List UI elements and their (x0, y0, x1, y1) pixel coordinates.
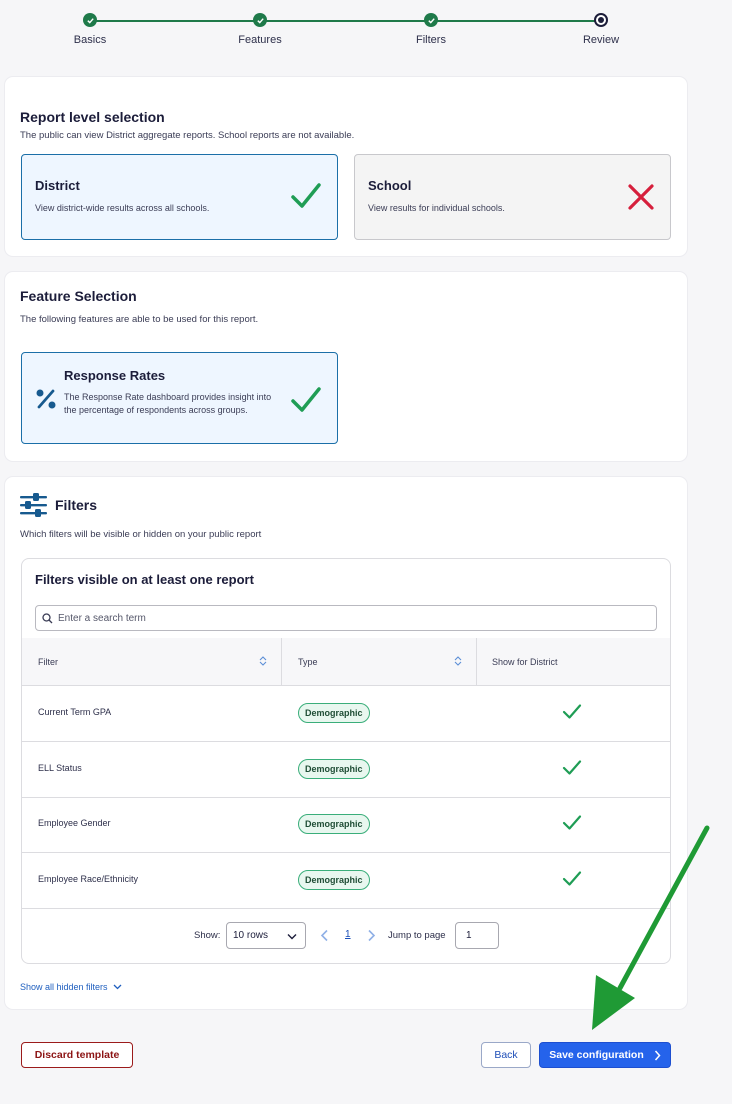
chevron-right-icon (654, 1050, 661, 1060)
column-header-filter[interactable]: Filter (38, 638, 281, 686)
table-row: Employee Gender Demographic (22, 797, 670, 853)
filter-name: Employee Race/Ethnicity (38, 874, 139, 884)
filters-title: Filters (55, 497, 98, 513)
step-complete-icon (424, 13, 438, 27)
chevron-down-icon (113, 984, 122, 990)
jump-to-page-label: Jump to page (388, 930, 446, 941)
table-row: Employee Race/Ethnicity Demographic (22, 853, 670, 909)
step-complete-icon (83, 13, 97, 27)
back-button[interactable]: Back (481, 1042, 531, 1068)
report-level-card: Report level selection The public can vi… (5, 77, 687, 256)
district-option-title: District (35, 178, 80, 193)
check-icon (562, 704, 582, 719)
search-box (35, 605, 657, 631)
step-review[interactable]: Review (541, 13, 661, 46)
step-label: Features (238, 34, 282, 46)
check-icon (562, 815, 582, 830)
sliders-icon (20, 493, 47, 517)
page-number-link[interactable]: 1 (345, 929, 351, 940)
step-label: Review (582, 34, 620, 46)
column-header-type[interactable]: Type (298, 638, 476, 686)
step-basics[interactable]: Basics (30, 13, 150, 46)
response-rates-title: Response Rates (64, 368, 166, 383)
chevron-down-icon (287, 934, 297, 940)
progress-stepper: Basics Features Filters Review (0, 0, 732, 60)
percent-icon (36, 389, 56, 409)
type-badge: Demographic (298, 703, 370, 723)
rows-per-page-value: 10 rows (233, 930, 269, 941)
feature-selection-card: Feature Selection The following features… (5, 272, 687, 461)
school-option-title: School (368, 178, 412, 193)
filter-name: ELL Status (38, 763, 82, 773)
step-current-icon (594, 13, 608, 27)
district-option-description: View district-wide results across all sc… (35, 203, 210, 213)
filter-name: Current Term GPA (38, 707, 112, 717)
check-icon (562, 760, 582, 775)
step-label: Filters (416, 34, 446, 46)
feature-selection-description: The following features are able to be us… (20, 314, 259, 325)
step-filters[interactable]: Filters (371, 13, 491, 46)
school-option[interactable]: School View results for individual schoo… (354, 154, 671, 240)
stepper-line (90, 20, 601, 22)
column-divider (281, 638, 282, 686)
show-hidden-filters-link[interactable]: Show all hidden filters (20, 982, 122, 992)
step-complete-icon (253, 13, 267, 27)
show-hidden-filters-label: Show all hidden filters (20, 982, 108, 992)
show-rows-label: Show: (194, 930, 221, 941)
search-input[interactable] (58, 612, 618, 624)
report-level-title: Report level selection (20, 109, 165, 125)
school-option-description: View results for individual schools. (368, 203, 505, 213)
table-row: Current Term GPA Demographic (22, 686, 670, 742)
response-rates-option[interactable]: Response Rates The Response Rate dashboa… (21, 352, 338, 444)
table-row: ELL Status Demographic (22, 742, 670, 798)
filters-table-title: Filters visible on at least one report (35, 572, 254, 587)
response-rates-description: The Response Rate dashboard provides ins… (64, 392, 272, 415)
jump-to-page-input[interactable]: 1 (455, 922, 499, 949)
save-configuration-button[interactable]: Save configuration (539, 1042, 671, 1068)
step-label: Basics (73, 34, 107, 46)
filters-table-panel: Filters visible on at least one report F… (21, 558, 671, 964)
x-icon (628, 184, 654, 210)
filters-description: Which filters will be visible or hidden … (20, 529, 262, 540)
filters-header: Filters (20, 493, 97, 517)
search-icon (42, 612, 53, 623)
column-divider (476, 638, 477, 686)
check-icon (291, 387, 321, 412)
sort-icon[interactable] (259, 655, 267, 667)
save-configuration-label: Save configuration (549, 1049, 644, 1061)
column-label: Show for District (492, 657, 558, 667)
pagination-bar: Show: 10 rows 1 Jump to page 1 (22, 909, 670, 963)
type-badge: Demographic (298, 870, 370, 890)
step-features[interactable]: Features (200, 13, 320, 46)
district-option[interactable]: District View district-wide results acro… (21, 154, 338, 240)
feature-selection-title: Feature Selection (20, 288, 137, 304)
chevron-right-icon[interactable] (367, 929, 376, 942)
sort-icon[interactable] (454, 655, 462, 667)
table-header: Filter Type Show for District (22, 638, 670, 686)
discard-template-button[interactable]: Discard template (21, 1042, 133, 1068)
check-icon (562, 871, 582, 886)
rows-per-page-select[interactable]: 10 rows (226, 922, 306, 949)
type-badge: Demographic (298, 814, 370, 834)
chevron-left-icon[interactable] (320, 929, 329, 942)
report-level-description: The public can view District aggregate r… (20, 130, 355, 141)
annotation-arrow-icon (592, 825, 710, 1030)
filter-name: Employee Gender (38, 818, 111, 828)
type-badge: Demographic (298, 759, 370, 779)
check-icon (291, 183, 321, 208)
column-label: Type (298, 657, 318, 667)
column-header-show-district: Show for District (492, 638, 662, 686)
column-label: Filter (38, 657, 58, 667)
